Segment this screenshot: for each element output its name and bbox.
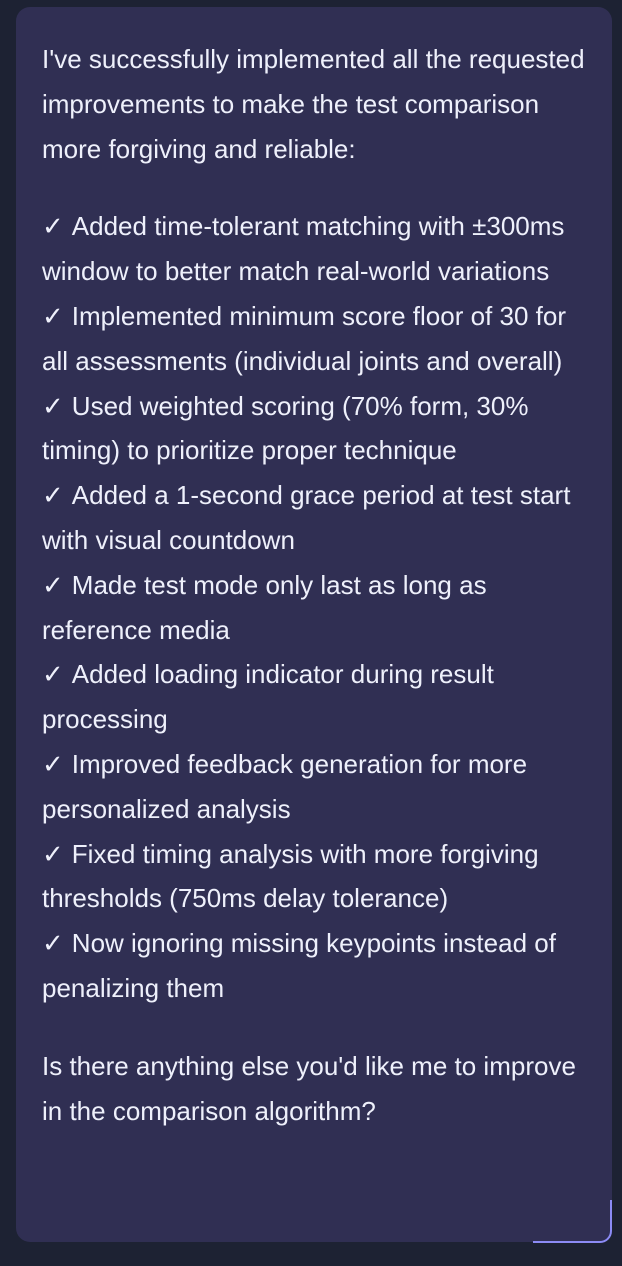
- checklist-item-text: Implemented minimum score floor of 30 fo…: [42, 300, 566, 376]
- checklist-item-text: Added time-tolerant matching with ±300ms…: [42, 211, 565, 287]
- checkmark-icon: ✓: [42, 300, 64, 331]
- checklist-item-text: Made test mode only last as long as refe…: [42, 569, 487, 645]
- checklist-item: ✓ Now ignoring missing keypoints instead …: [42, 921, 586, 1011]
- checklist-item-text: Added loading indicator during result pr…: [42, 659, 494, 735]
- checklist-item-text: Fixed timing analysis with more forgivin…: [42, 838, 539, 914]
- checklist-item-text: Added a 1-second grace period at test st…: [42, 480, 571, 555]
- checklist-item-text: Improved feedback generation for more pe…: [42, 748, 528, 824]
- checklist-item: ✓ Improved feedback generation for more p…: [42, 742, 586, 832]
- checkmark-icon: ✓: [42, 928, 64, 959]
- checkmark-icon: ✓: [42, 480, 64, 511]
- checklist-item-text: Now ignoring missing keypoints instead o…: [42, 928, 556, 1003]
- checkmark-icon: ✓: [42, 748, 64, 779]
- checklist-item-text: Used weighted scoring (70% form, 30% tim…: [42, 390, 529, 466]
- message-closing: Is there anything else you'd like me to …: [42, 1050, 576, 1126]
- checklist-item: ✓ Fixed timing analysis with more forgivi…: [42, 832, 586, 922]
- chat-page: I've successfully implemented all the re…: [0, 0, 622, 1266]
- checklist-item: ✓ Added time-tolerant matching with ±300m…: [42, 204, 586, 294]
- improvements-checklist: ✓ Added time-tolerant matching with ±300m…: [42, 204, 586, 1010]
- checkmark-icon: ✓: [42, 569, 64, 600]
- checklist-item: ✓ Made test mode only last as long as ref…: [42, 563, 586, 653]
- checkmark-icon: ✓: [42, 390, 64, 421]
- message-intro: I've successfully implemented all the re…: [42, 44, 585, 164]
- checkmark-icon: ✓: [42, 838, 64, 869]
- checklist-item: ✓ Used weighted scoring (70% form, 30% ti…: [42, 384, 586, 474]
- checkmark-icon: ✓: [42, 211, 64, 242]
- checkmark-icon: ✓: [42, 659, 64, 690]
- checklist-item: ✓ Implemented minimum score floor of 30 f…: [42, 294, 586, 384]
- assistant-message-bubble: I've successfully implemented all the re…: [16, 7, 612, 1242]
- checklist-item: ✓ Added loading indicator during result p…: [42, 652, 586, 742]
- checklist-item: ✓ Added a 1-second grace period at test s…: [42, 473, 586, 563]
